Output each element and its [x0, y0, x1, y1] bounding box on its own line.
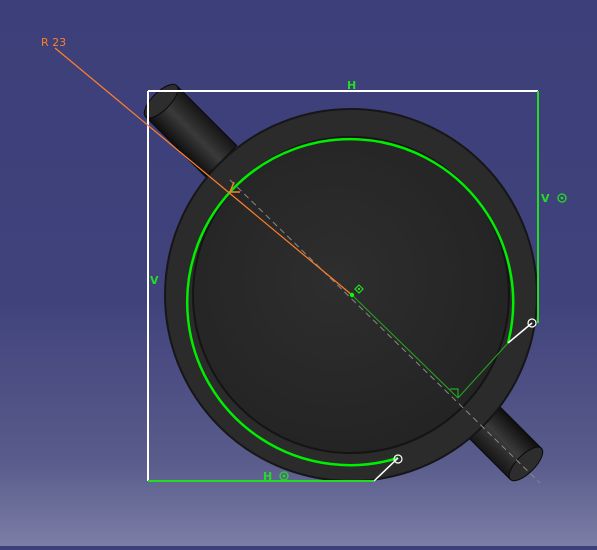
constraint-horizontal-top[interactable]: H — [347, 79, 356, 92]
sketch-canvas[interactable]: R 23 H V V H — [0, 0, 597, 546]
center-point-icon[interactable] — [349, 292, 355, 298]
3d-viewport[interactable]: R 23 H V V H — [0, 0, 597, 546]
coincident-icon — [557, 193, 567, 203]
coincident-icon — [279, 471, 289, 481]
constraint-horizontal-bottom[interactable]: H — [263, 470, 272, 483]
radius-dimension-label[interactable]: R 23 — [41, 36, 66, 49]
constraint-vertical-right[interactable]: V — [541, 192, 550, 205]
constraint-vertical-left[interactable]: V — [150, 274, 159, 287]
constraint-group-right[interactable]: V — [541, 192, 567, 205]
